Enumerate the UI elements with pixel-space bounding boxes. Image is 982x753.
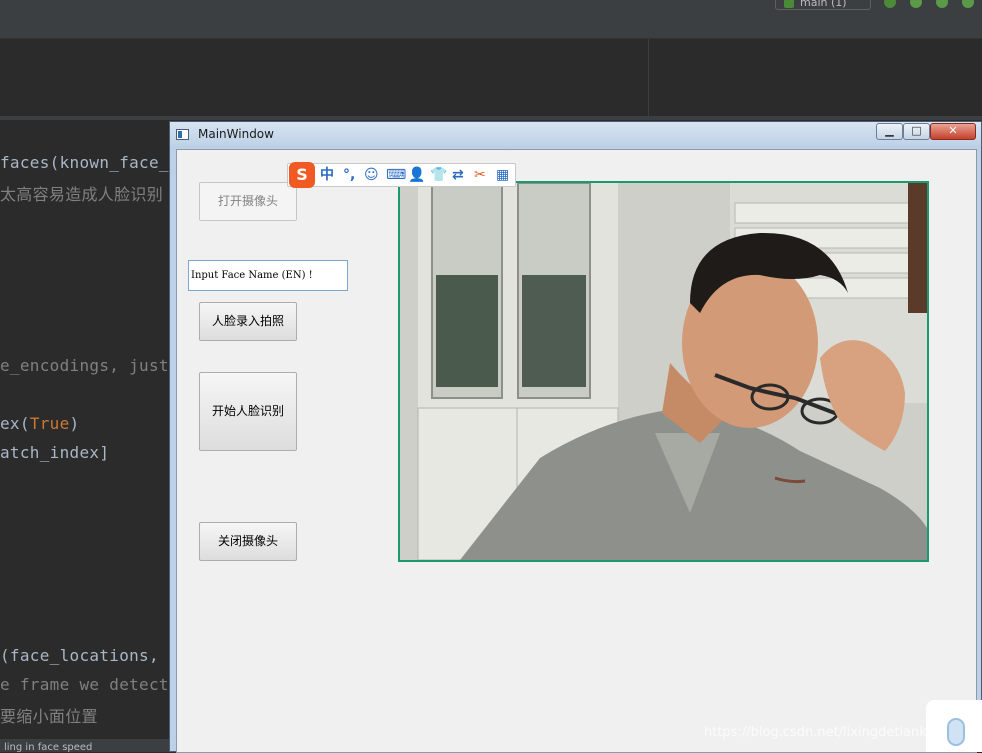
sogou-logo-icon[interactable]: S (289, 162, 315, 188)
code-line: 太高容易造成人脸识别 (0, 185, 164, 204)
code-text: ex( (0, 414, 30, 433)
python-icon (784, 0, 794, 8)
code-line: 要缩小面位置 (0, 707, 98, 726)
maximize-icon: □ (911, 124, 922, 137)
run-icon[interactable] (936, 0, 948, 8)
maximize-button[interactable]: □ (903, 123, 930, 140)
minimize-button[interactable]: ▁ (876, 123, 903, 140)
code-line: e_encodings, just (0, 356, 169, 375)
coverage-icon[interactable] (962, 0, 974, 8)
close-camera-button[interactable]: 关闭摄像头 (199, 522, 297, 561)
run-configuration-label: main (1) (800, 0, 847, 9)
start-recognition-label: 开始人脸识别 (211, 404, 284, 418)
code-line: (face_locations, (0, 646, 169, 665)
pane-divider (648, 39, 649, 119)
ide-toolbar (0, 14, 982, 39)
microphone-icon (947, 718, 965, 746)
translate-icon[interactable]: ⇄ (452, 167, 464, 184)
close-camera-label: 关闭摄像头 (217, 534, 278, 548)
minimize-icon: ▁ (885, 124, 894, 137)
debug-icon[interactable] (910, 0, 922, 8)
open-camera-button[interactable]: 打开摄像头 (199, 182, 297, 221)
window-app-icon (176, 129, 189, 140)
skin-icon[interactable]: 👕 (430, 167, 447, 184)
ide-top-bar: main (1) (0, 0, 982, 14)
close-window-button[interactable]: ✕ (930, 123, 976, 140)
face-name-input[interactable] (188, 260, 348, 291)
screenshot-icon[interactable]: ✂ (474, 167, 486, 184)
start-recognition-button[interactable]: 开始人脸识别 (199, 372, 297, 451)
code-line: ex(True) (0, 414, 79, 433)
keyboard-icon[interactable]: ⌨ (386, 167, 406, 184)
build-icon[interactable] (884, 0, 896, 8)
open-camera-label: 打开摄像头 (217, 194, 278, 208)
enroll-photo-label: 人脸录入拍照 (211, 314, 284, 328)
run-configuration-selector[interactable]: main (1) (775, 0, 871, 10)
code-keyword: True (29, 414, 70, 433)
emoji-icon[interactable]: ☺ (364, 167, 379, 184)
code-line: atch_index] (0, 443, 110, 462)
voice-input-widget[interactable] (926, 700, 982, 752)
window-title: MainWindow (198, 127, 274, 141)
window-titlebar[interactable]: MainWindow ▁ □ ✕ (170, 122, 981, 148)
webcam-image (400, 183, 927, 560)
user-icon[interactable]: 👤 (408, 167, 425, 184)
editor-gutter-strip (0, 116, 982, 120)
punctuation-icon[interactable]: °, (343, 167, 355, 184)
close-icon: ✕ (948, 124, 958, 137)
code-line: faces(known_face_ (0, 153, 169, 172)
csdn-watermark: https://blog.csdn.net/lixingdetiankong1 (704, 725, 960, 740)
ime-toolbar[interactable]: S 中 °, ☺ ⌨ 👤 👕 ⇄ ✂ ▦ (287, 162, 516, 188)
code-line: e frame we detect (0, 675, 169, 694)
enroll-photo-button[interactable]: 人脸录入拍照 (199, 302, 297, 341)
code-text: ) (69, 414, 80, 433)
main-window: MainWindow ▁ □ ✕ 打开摄像头 人脸录入拍照 开始人脸识别 关闭摄… (169, 121, 982, 753)
window-client-area: 打开摄像头 人脸录入拍照 开始人脸识别 关闭摄像头 (176, 149, 977, 753)
chinese-mode-icon[interactable]: 中 (320, 167, 334, 184)
camera-feed (398, 181, 929, 562)
toolbox-icon[interactable]: ▦ (496, 167, 509, 184)
